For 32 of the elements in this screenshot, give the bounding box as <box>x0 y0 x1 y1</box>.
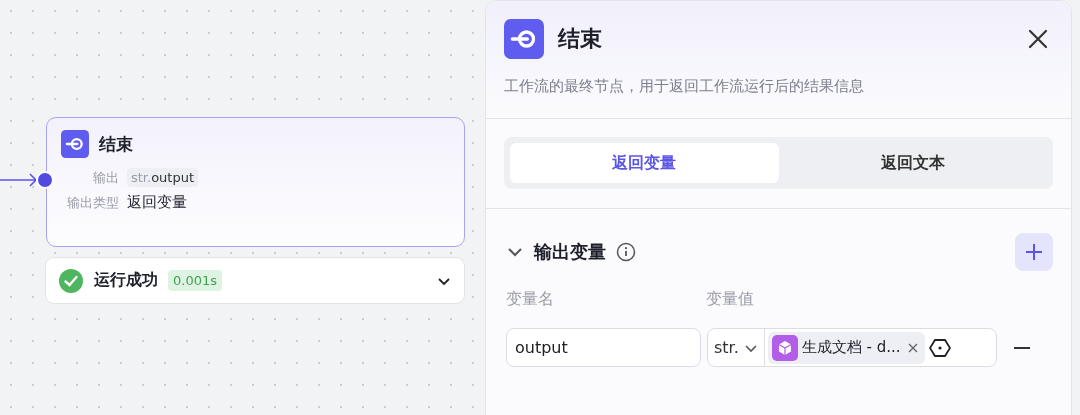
field-label: 输出类型 <box>66 193 119 212</box>
section-title: 输出变量 <box>534 240 606 264</box>
type-select[interactable]: str. <box>708 329 765 366</box>
duration-badge: 0.001s <box>168 270 222 291</box>
column-header: 变量名 <box>506 289 555 310</box>
close-icon <box>1027 28 1049 50</box>
status-text: 运行成功 <box>94 270 158 291</box>
hexagon-icon[interactable] <box>928 336 951 359</box>
plus-icon <box>1024 242 1044 262</box>
close-icon <box>907 342 918 353</box>
reference-text: 生成文档 - d... <box>801 338 901 357</box>
minus-icon <box>1013 345 1031 350</box>
node-icon <box>504 19 544 59</box>
cube-icon <box>771 334 798 361</box>
node-title: 结束 <box>99 132 133 156</box>
variable-tag: str.output <box>127 168 199 187</box>
node-icon <box>61 130 89 158</box>
panel-title: 结束 <box>558 25 602 53</box>
name-field[interactable]: output <box>506 328 701 367</box>
tab[interactable]: 返回文本 <box>778 143 1047 183</box>
node-card[interactable]: 结束 输出 str.output 输出类型 返回变量 <box>46 117 465 247</box>
run-status-bar[interactable]: 运行成功 0.001s <box>45 257 465 304</box>
info-icon <box>616 242 636 262</box>
connector-arrow <box>0 173 38 187</box>
column-header: 变量值 <box>706 289 755 310</box>
field-label: 输出 <box>92 168 119 187</box>
input-port[interactable] <box>36 171 54 189</box>
add-button[interactable] <box>1015 233 1053 271</box>
field-value: 返回变量 <box>127 193 187 212</box>
panel-description: 工作流的最终节点，用于返回工作流运行后的结果信息 <box>504 77 865 96</box>
value-field[interactable]: str. 生成文档 - d... <box>707 328 997 367</box>
tab[interactable]: 返回变量 <box>510 143 779 183</box>
